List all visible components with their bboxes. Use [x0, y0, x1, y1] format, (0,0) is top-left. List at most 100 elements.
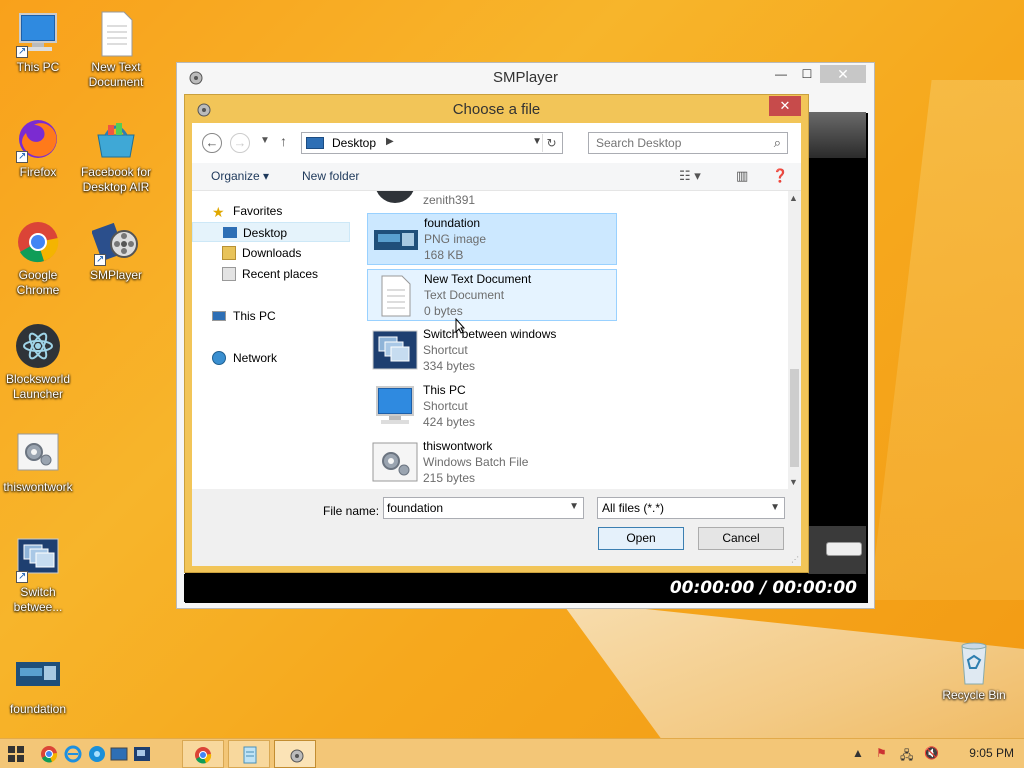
desktop-icon-this-pc[interactable]: This PC	[0, 10, 76, 75]
switch-windows-icon	[371, 329, 419, 373]
notepad-icon	[243, 746, 257, 764]
taskbar-notepad-button[interactable]	[228, 740, 270, 768]
desktop-icon-new-text-document[interactable]: New Text Document	[78, 10, 154, 90]
nav-desktop[interactable]: Desktop	[192, 222, 350, 242]
organize-button[interactable]: Organize ▾	[211, 169, 269, 183]
maximize-button[interactable]: ☐	[794, 65, 820, 83]
up-arrow-icon[interactable]: ↑	[280, 133, 287, 149]
desktop-icon-firefox[interactable]: Firefox	[0, 115, 76, 180]
file-list[interactable]: zenith391 foundation PNG image 168 KB Ne…	[362, 191, 782, 489]
file-name-input[interactable]	[384, 498, 564, 518]
png-image-icon	[14, 652, 62, 700]
desktop-icon-switch-between-windows[interactable]: Switch betwee...	[0, 535, 76, 615]
desktop-icon-smplayer[interactable]: SMPlayer	[78, 218, 154, 283]
file-type-dropdown-icon[interactable]: ▼	[770, 498, 780, 518]
show-hidden-icons-chevron-icon[interactable]: ▲	[852, 746, 864, 760]
address-bar[interactable]: Desktop ▶ ▼ ↻	[301, 132, 563, 154]
address-dropdown-icon[interactable]: ▼	[532, 136, 542, 147]
desktop-icon-facebook-desktop-air[interactable]: Facebook for Desktop AIR	[78, 115, 154, 195]
file-item-switch-between-windows[interactable]: Switch between windows Shortcut 334 byte…	[367, 325, 617, 377]
network-icon	[212, 351, 226, 365]
breadcrumb-chevron-icon[interactable]: ▶	[386, 136, 394, 147]
star-icon: ★	[212, 204, 225, 220]
taskbar-chrome-button[interactable]	[182, 740, 224, 768]
volume-slider[interactable]	[826, 542, 862, 556]
batch-file-gear-icon	[371, 441, 419, 485]
chrome-icon	[195, 747, 212, 764]
desktop-app-icon[interactable]	[110, 745, 128, 763]
view-options-icon[interactable]: ☷ ▾	[679, 168, 701, 184]
file-list-scrollbar[interactable]: ▲ ▼	[788, 191, 801, 489]
mouse-cursor-icon	[455, 318, 465, 334]
search-icon[interactable]: ⌕	[774, 135, 781, 151]
computer-icon	[14, 10, 62, 59]
dialog-close-button[interactable]: ✕	[769, 96, 801, 116]
nav-favorites[interactable]: ★ Favorites	[192, 201, 350, 221]
internet-explorer-icon[interactable]	[64, 745, 82, 763]
recycle-bin-icon	[950, 638, 998, 686]
resize-grip-icon[interactable]: ⋰	[791, 555, 799, 564]
refresh-icon[interactable]: ↻	[542, 134, 560, 152]
search-box[interactable]: ⌕	[588, 132, 788, 154]
time-display: 00:00:00 / 00:00:00	[184, 574, 867, 602]
switch-windows-icon	[14, 535, 62, 584]
file-name-dropdown-icon[interactable]: ▼	[569, 501, 579, 512]
desktop-icon-blocksworld-launcher[interactable]: Blocksworld Launcher	[0, 322, 76, 402]
dialog-body: ← → ▼ ↑ Desktop ▶ ▼ ↻ ⌕ Organize ▾ New f…	[192, 123, 801, 566]
nav-this-pc[interactable]: This PC	[192, 306, 350, 326]
taskbar-smplayer-button[interactable]	[274, 740, 316, 768]
dialog-title-bar[interactable]: Choose a file ✕	[185, 95, 808, 123]
smplayer-app-icon	[290, 749, 304, 763]
nav-recent-places[interactable]: Recent places	[192, 264, 350, 284]
network-status-icon[interactable]: 🖧	[900, 746, 913, 767]
file-type-select[interactable]: All files (*.*) ▼	[597, 497, 785, 519]
desktop-icon-recycle-bin[interactable]: Recycle Bin	[936, 638, 1012, 703]
address-location[interactable]: Desktop	[332, 136, 376, 150]
back-button[interactable]: ←	[202, 133, 222, 153]
recent-locations-chevron-icon[interactable]: ▼	[260, 135, 270, 146]
file-item-thiswontwork[interactable]: thiswontwork Windows Batch File 215 byte…	[367, 437, 617, 489]
help-icon[interactable]: ❓	[772, 168, 788, 184]
switch-windows-icon[interactable]	[133, 745, 151, 763]
volume-muted-icon[interactable]: 🔇	[924, 746, 939, 760]
forward-button[interactable]: →	[230, 133, 250, 153]
preview-pane-icon[interactable]: ▥	[736, 168, 748, 184]
desktop-icon-google-chrome[interactable]: Google Chrome	[0, 218, 76, 298]
file-item-new-text-document[interactable]: New Text Document Text Document 0 bytes	[367, 269, 617, 321]
desktop-icon-foundation[interactable]: foundation	[0, 652, 76, 717]
scrollbar-thumb[interactable]	[790, 369, 799, 467]
file-item-this-pc[interactable]: This PC Shortcut 424 bytes	[367, 381, 617, 433]
cancel-button[interactable]: Cancel	[698, 527, 784, 550]
nav-network[interactable]: Network	[192, 348, 350, 368]
volume-control[interactable]	[808, 526, 866, 574]
windows-start-icon[interactable]	[8, 746, 24, 762]
search-input[interactable]	[589, 133, 759, 153]
shopping-basket-icon	[92, 115, 140, 163]
file-item-foundation[interactable]: foundation PNG image 168 KB	[367, 213, 617, 265]
nav-downloads[interactable]: Downloads	[192, 243, 350, 263]
downloads-folder-icon	[222, 246, 236, 260]
desktop-folder-icon	[306, 137, 324, 149]
open-button[interactable]: Open	[598, 527, 684, 550]
clock[interactable]: 9:05 PM	[969, 746, 1014, 760]
scroll-up-icon[interactable]: ▲	[789, 193, 798, 203]
file-item-zenith391[interactable]: zenith391	[367, 191, 617, 209]
smplayer-title-bar[interactable]: SMPlayer — ☐ ✕	[177, 63, 874, 91]
wallpaper-band	[870, 80, 1024, 600]
action-center-flag-icon[interactable]: ⚑	[876, 746, 887, 760]
desktop-icon-thiswontwork[interactable]: thiswontwork	[0, 430, 76, 495]
choose-file-dialog[interactable]: Choose a file ✕ ← → ▼ ↑ Desktop ▶ ▼ ↻ ⌕ …	[184, 94, 809, 573]
png-image-icon	[372, 218, 420, 262]
chrome-icon[interactable]	[40, 745, 58, 763]
new-folder-button[interactable]: New folder	[302, 169, 359, 183]
desktop-folder-icon	[223, 227, 237, 238]
atom-icon	[371, 191, 419, 205]
address-row: ← → ▼ ↑ Desktop ▶ ▼ ↻ ⌕	[192, 123, 801, 163]
minimize-button[interactable]: —	[768, 65, 794, 83]
file-name-field[interactable]: ▼	[383, 497, 584, 519]
edge-icon[interactable]	[88, 745, 106, 763]
smplayer-close-button[interactable]: ✕	[820, 65, 866, 83]
scroll-down-icon[interactable]: ▼	[789, 477, 798, 487]
firefox-icon	[14, 115, 62, 164]
dialog-footer: File name: ▼ All files (*.*) ▼ Open Canc…	[192, 489, 801, 566]
